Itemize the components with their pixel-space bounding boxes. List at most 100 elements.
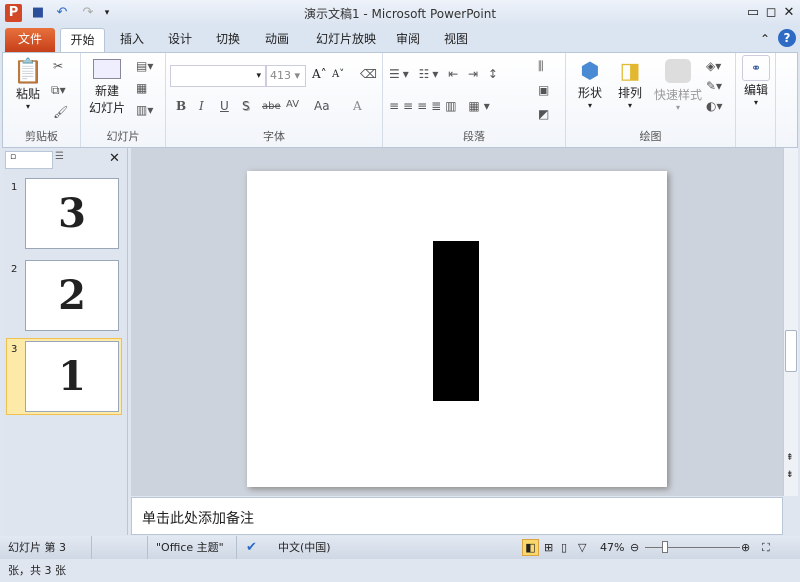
layout-icon[interactable]: ▤▾ [136, 59, 153, 73]
shapes-label: 形状 [577, 86, 602, 100]
tab-animations[interactable]: 动画 [257, 28, 297, 52]
format-painter-icon[interactable]: 🖌 [53, 105, 68, 119]
reading-view-icon[interactable]: ▯ [561, 536, 567, 559]
strikethrough-button[interactable]: abe [262, 101, 281, 112]
shadow-button[interactable]: S [242, 99, 250, 113]
underline-button[interactable]: U [220, 99, 229, 113]
slides-tab[interactable]: ▫ [5, 151, 53, 169]
change-case-button[interactable]: Aa [314, 99, 330, 113]
new-slide-label-1: 新建 [94, 84, 119, 98]
section-icon[interactable]: ▥▾ [136, 103, 153, 117]
reset-icon[interactable]: ▦ [136, 81, 147, 95]
slide-sorter-icon[interactable]: ⊞ [544, 536, 553, 559]
close-pane-icon[interactable]: ✕ [109, 151, 120, 166]
slide-thumbnails-pane: ▫ ☰ ✕ 1 3 2 2 3 1 [3, 148, 128, 535]
slide-number: 3 [11, 344, 18, 355]
binoculars-icon: ⚭ [742, 55, 770, 81]
zoom-level[interactable]: 47% [600, 536, 624, 559]
clear-formatting-icon[interactable]: ⌫ [360, 67, 377, 81]
slide-thumbnail[interactable]: 2 [25, 260, 119, 331]
scroll-thumb[interactable] [785, 330, 797, 372]
smartart-icon[interactable]: ◩ [538, 107, 549, 121]
shapes-button[interactable]: ⬢ 形状 ▾ [572, 59, 608, 110]
minimize-icon[interactable]: ▭ [745, 4, 761, 22]
clipboard-icon: 📋 [13, 57, 43, 85]
outline-tab[interactable]: ☰ [55, 151, 77, 169]
language[interactable]: 中文(中国) [278, 536, 331, 559]
list-buttons[interactable]: ☰▾ ☷▾ ⇤ ⇥ ↕ [389, 67, 501, 81]
next-slide-icon[interactable]: ⇟ [786, 470, 794, 480]
slide-info: 幻灯片 第 3 张，共 3 张 [0, 536, 92, 577]
slide-number-one-shape[interactable] [433, 241, 479, 401]
slide-thumbnail[interactable]: 3 [25, 178, 119, 249]
collapse-ribbon-icon[interactable]: ⌃ [758, 28, 772, 52]
help-icon[interactable]: ? [778, 29, 796, 47]
quick-styles-button[interactable]: 快速样式 ▾ [652, 59, 704, 112]
new-slide-icon [93, 59, 121, 79]
cut-icon[interactable]: ✂ [53, 59, 63, 73]
shape-outline-icon[interactable]: ✎▾ [706, 79, 722, 93]
font-size-input[interactable]: 413 ▾ [266, 65, 306, 87]
notes-input[interactable]: 单击此处添加备注 [131, 497, 783, 535]
tab-insert[interactable]: 插入 [112, 28, 152, 52]
shape-effects-icon[interactable]: ◐▾ [706, 99, 723, 113]
editing-group: ⚭ 编辑 ▾ [736, 53, 776, 147]
fit-to-window-icon[interactable]: ⛶ [762, 536, 770, 559]
slide-number: 2 [11, 264, 18, 275]
normal-view-icon[interactable]: ◧ [522, 539, 539, 556]
char-spacing-button[interactable]: AV [286, 99, 299, 110]
editing-label: 编辑 [743, 83, 768, 97]
tab-design[interactable]: 设计 [160, 28, 200, 52]
paragraph-label: 段落 [463, 130, 485, 143]
drawing-label: 绘图 [639, 130, 662, 143]
tab-file[interactable]: 文件 [5, 28, 55, 52]
tab-review[interactable]: 审阅 [390, 28, 426, 52]
slide-thumbnail-selected[interactable]: 1 [25, 341, 119, 412]
alignment-buttons[interactable]: ≡≡≡≣▥ ▦▾ [389, 99, 494, 113]
paste-label: 粘贴 [15, 87, 40, 101]
text-direction-icon[interactable]: ⫼ [538, 59, 544, 74]
arrange-label: 排列 [617, 86, 642, 100]
drawing-group: ⬢ 形状 ▾ ◨ 排列 ▾ 快速样式 ▾ ◈▾ ✎▾ ◐▾ 绘图 [566, 53, 736, 147]
slide-editing-area [131, 148, 783, 496]
grow-font-label: A [312, 67, 321, 81]
vertical-scrollbar[interactable]: ⇞ ⇟ [783, 148, 798, 496]
maximize-icon[interactable]: ◻ [763, 4, 779, 22]
grow-font-button[interactable]: A˄ [312, 67, 327, 81]
font-name-input[interactable]: ▾ [170, 65, 266, 87]
zoom-in-icon[interactable]: ⊕ [741, 536, 750, 559]
zoom-slider[interactable] [645, 547, 740, 548]
shrink-font-label: A [332, 69, 340, 80]
quick-styles-icon [665, 59, 691, 83]
bold-button[interactable]: B [176, 99, 186, 113]
shape-fill-icon[interactable]: ◈▾ [706, 59, 721, 73]
ribbon-tabs: 文件 开始 插入 设计 切换 动画 幻灯片放映 审阅 视图 ⌃ ? [0, 26, 800, 52]
tab-home[interactable]: 开始 [60, 28, 105, 52]
align-text-icon[interactable]: ▣ [538, 83, 549, 97]
spell-check-icon[interactable]: ✔ [246, 536, 257, 559]
window-title: 演示文稿1 - Microsoft PowerPoint [303, 7, 497, 21]
theme-name[interactable]: "Office 主题" [147, 536, 237, 559]
zoom-slider-thumb[interactable] [661, 541, 668, 553]
slides-label: 幻灯片 [106, 130, 140, 143]
tab-view[interactable]: 视图 [438, 28, 474, 52]
slide-number: 1 [11, 182, 18, 193]
editing-button[interactable]: ⚭ 编辑 ▾ [740, 55, 772, 107]
tab-transitions[interactable]: 切换 [208, 28, 248, 52]
previous-slide-icon[interactable]: ⇞ [786, 453, 794, 463]
clipboard-label: 剪贴板 [25, 130, 58, 143]
copy-icon[interactable]: ⧉▾ [51, 83, 66, 98]
close-icon[interactable]: ✕ [781, 4, 797, 22]
shrink-font-button[interactable]: A˅ [332, 69, 344, 80]
clipboard-group: 📋 粘贴 ▾ ✂ ⧉▾ 🖌 剪贴板 [3, 53, 81, 147]
zoom-out-icon[interactable]: ⊖ [630, 536, 639, 559]
italic-button[interactable]: I [199, 99, 204, 113]
arrange-button[interactable]: ◨ 排列 ▾ [612, 59, 648, 110]
paste-button[interactable]: 📋 粘贴 ▾ [11, 57, 45, 111]
current-slide[interactable] [247, 171, 667, 487]
new-slide-label-2: 幻灯片 [88, 101, 125, 115]
tab-slideshow[interactable]: 幻灯片放映 [308, 28, 384, 52]
new-slide-button[interactable]: 新建 幻灯片 [87, 59, 127, 116]
font-color-button[interactable]: A [353, 99, 362, 113]
slideshow-view-icon[interactable]: ▽ [578, 536, 586, 559]
